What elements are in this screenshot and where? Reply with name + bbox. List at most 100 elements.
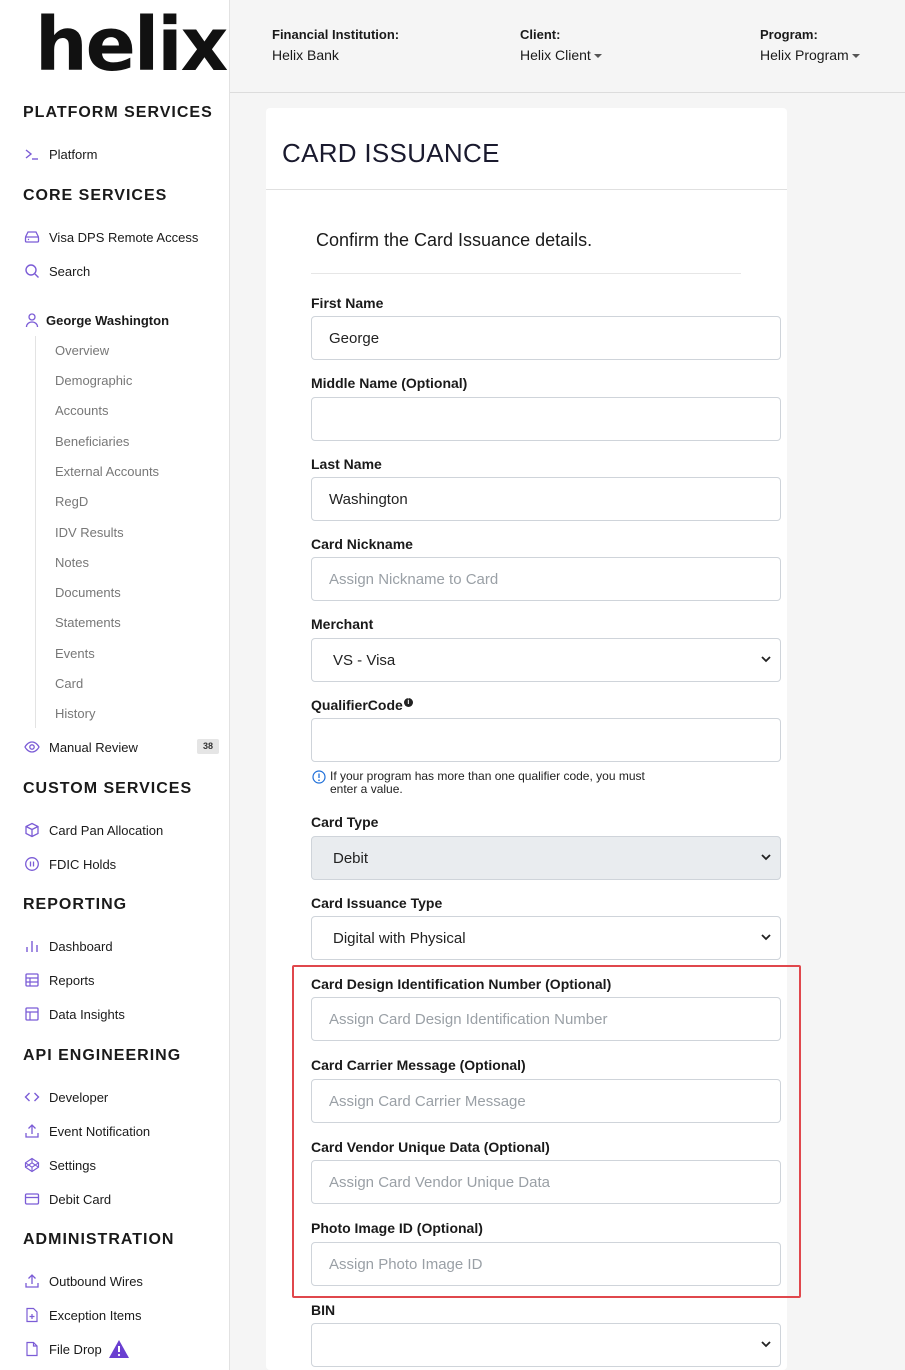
middle-name-input[interactable] bbox=[311, 397, 781, 441]
qualifier-code-hint: If your program has more than one qualif… bbox=[312, 770, 712, 796]
codepen-icon bbox=[23, 1156, 41, 1174]
card-design-id-label: Card Design Identification Number (Optio… bbox=[311, 976, 612, 992]
sidebar-item-developer[interactable]: Developer bbox=[23, 1087, 108, 1107]
sidebar-item-card-pan-allocation[interactable]: Card Pan Allocation bbox=[23, 820, 163, 840]
sidebar-item-dashboard[interactable]: Dashboard bbox=[23, 936, 113, 956]
submenu-rail bbox=[35, 336, 36, 728]
sidebar-item-data-insights[interactable]: Data Insights bbox=[23, 1004, 125, 1024]
sidebar-item-fdic-holds[interactable]: FDIC Holds bbox=[23, 854, 116, 874]
sidebar-sub-events[interactable]: Events bbox=[55, 646, 95, 661]
cube-icon bbox=[23, 821, 41, 839]
sidebar-sub-demographic[interactable]: Demographic bbox=[55, 373, 132, 388]
sidebar-item-reports[interactable]: Reports bbox=[23, 970, 95, 990]
file-icon bbox=[23, 1340, 41, 1358]
sidebar-item-label: Settings bbox=[49, 1157, 96, 1173]
sidebar-sub-overview[interactable]: Overview bbox=[55, 343, 109, 358]
sidebar-item-customer[interactable]: George Washington bbox=[23, 310, 169, 330]
eye-icon bbox=[23, 738, 41, 756]
merchant-value: VS - Visa bbox=[333, 651, 396, 669]
card-issuance-type-label: Card Issuance Type bbox=[311, 895, 443, 911]
credit-card-icon bbox=[23, 1190, 41, 1208]
client-selector[interactable]: Client: Helix Client bbox=[520, 27, 602, 63]
sidebar-sub-accounts[interactable]: Accounts bbox=[55, 403, 108, 418]
program-selector[interactable]: Program: Helix Program bbox=[760, 27, 860, 63]
section-platform-services: PLATFORM SERVICES bbox=[23, 104, 213, 121]
last-name-input[interactable]: Washington bbox=[311, 477, 781, 521]
fi-value: Helix Bank bbox=[272, 47, 339, 63]
carrier-message-label: Card Carrier Message (Optional) bbox=[311, 1057, 526, 1073]
merchant-select[interactable]: VS - Visa bbox=[311, 638, 781, 682]
sidebar-sub-documents[interactable]: Documents bbox=[55, 585, 121, 600]
top-header: Financial Institution: Helix Bank Client… bbox=[230, 0, 905, 93]
section-custom-services: CUSTOM SERVICES bbox=[23, 780, 193, 797]
sidebar-item-debit-card[interactable]: Debit Card bbox=[23, 1189, 111, 1209]
photo-image-id-label: Photo Image ID (Optional) bbox=[311, 1220, 483, 1236]
card-nickname-label: Card Nickname bbox=[311, 536, 413, 552]
user-icon bbox=[23, 311, 41, 329]
info-icon[interactable]: i bbox=[403, 698, 413, 708]
sidebar-sub-external-accounts[interactable]: External Accounts bbox=[55, 464, 159, 479]
sidebar-item-label: Developer bbox=[49, 1089, 109, 1105]
sidebar-sub-beneficiaries[interactable]: Beneficiaries bbox=[55, 434, 129, 449]
helix-logo[interactable]: helix bbox=[35, 8, 228, 82]
sidebar-sub-notes[interactable]: Notes bbox=[55, 555, 89, 570]
sidebar-item-outbound-wires[interactable]: Outbound Wires bbox=[23, 1271, 143, 1291]
sidebar-sub-card[interactable]: Card bbox=[55, 676, 83, 691]
card-type-value: Debit bbox=[333, 849, 369, 867]
sidebar-item-manual-review[interactable]: Manual Review bbox=[23, 737, 138, 757]
file-plus-icon bbox=[23, 1306, 41, 1324]
sidebar-sub-history[interactable]: History bbox=[55, 706, 95, 721]
table-icon bbox=[23, 971, 41, 989]
photo-image-id-input[interactable]: Assign Photo Image ID bbox=[311, 1242, 781, 1286]
first-name-input[interactable]: George bbox=[311, 316, 781, 360]
sidebar-item-exception-items[interactable]: Exception Items bbox=[23, 1305, 142, 1325]
chevron-down-icon bbox=[761, 934, 771, 941]
sidebar-item-settings[interactable]: Settings bbox=[23, 1155, 96, 1175]
bin-select[interactable] bbox=[311, 1323, 781, 1367]
sidebar-sub-statements[interactable]: Statements bbox=[55, 615, 121, 630]
sidebar-sub-regd[interactable]: RegD bbox=[55, 494, 88, 509]
program-dropdown[interactable]: Helix Program bbox=[760, 47, 860, 63]
upload-icon bbox=[23, 1122, 41, 1140]
search-icon bbox=[23, 262, 41, 280]
card-design-id-input[interactable]: Assign Card Design Identification Number bbox=[311, 997, 781, 1041]
chevron-down-icon bbox=[761, 854, 771, 861]
chevron-down-icon bbox=[761, 656, 771, 663]
caret-down-icon bbox=[593, 54, 602, 58]
card-type-select[interactable]: Debit bbox=[311, 836, 781, 880]
sidebar-item-label: FDIC Holds bbox=[49, 856, 117, 872]
card-nickname-input[interactable]: Assign Nickname to Card bbox=[311, 557, 781, 601]
pause-circle-icon bbox=[23, 855, 41, 873]
carrier-message-input[interactable]: Assign Card Carrier Message bbox=[311, 1079, 781, 1123]
sidebar-item-platform[interactable]: Platform bbox=[23, 144, 97, 164]
card-issuance-type-value: Digital with Physical bbox=[333, 929, 466, 947]
client-value: Helix Client bbox=[520, 47, 591, 63]
client-label: Client: bbox=[520, 27, 561, 42]
client-dropdown[interactable]: Helix Client bbox=[520, 47, 602, 63]
sidebar-item-visa-dps[interactable]: Visa DPS Remote Access bbox=[23, 227, 198, 247]
sidebar-item-label: Exception Items bbox=[49, 1307, 142, 1323]
fi-label: Financial Institution: bbox=[272, 27, 400, 42]
middle-name-label: Middle Name (Optional) bbox=[311, 375, 468, 391]
sidebar-item-label: Reports bbox=[49, 972, 95, 988]
code-icon bbox=[23, 1088, 41, 1106]
warning-icon bbox=[108, 1339, 130, 1359]
sidebar-item-label: Data Insights bbox=[49, 1006, 125, 1022]
card-issuance-type-select[interactable]: Digital with Physical bbox=[311, 916, 781, 960]
sidebar-item-search[interactable]: Search bbox=[23, 261, 90, 281]
section-core-services: CORE SERVICES bbox=[23, 187, 168, 204]
first-name-label: First Name bbox=[311, 295, 384, 311]
sidebar-sub-idv-results[interactable]: IDV Results bbox=[55, 525, 124, 540]
financial-institution-selector: Financial Institution: Helix Bank bbox=[272, 27, 399, 63]
qualifier-code-input[interactable] bbox=[311, 718, 781, 762]
program-label: Program: bbox=[760, 27, 818, 42]
sidebar-item-label: Visa DPS Remote Access bbox=[49, 229, 199, 245]
sidebar-item-event-notification[interactable]: Event Notification bbox=[23, 1121, 150, 1141]
sidebar-item-label: Outbound Wires bbox=[49, 1273, 143, 1289]
vendor-unique-data-input[interactable]: Assign Card Vendor Unique Data bbox=[311, 1160, 781, 1204]
sidebar-item-file-drop[interactable]: File Drop bbox=[23, 1339, 130, 1359]
chevron-down-icon bbox=[761, 1341, 771, 1348]
section-api-engineering: API ENGINEERING bbox=[23, 1047, 182, 1064]
bar-chart-icon bbox=[23, 937, 41, 955]
title-divider bbox=[266, 189, 787, 190]
